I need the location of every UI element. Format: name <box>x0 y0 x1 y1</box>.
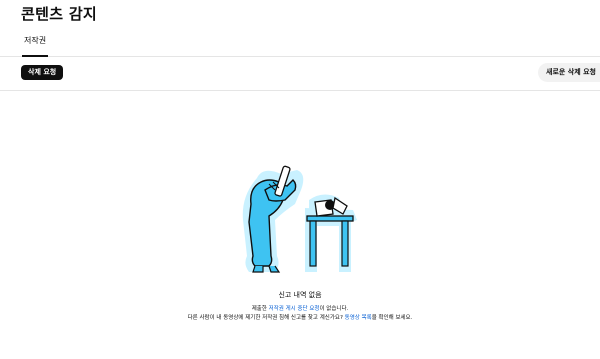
tab-bar: 저작권 <box>0 34 600 57</box>
page-title: 콘텐츠 감지 <box>21 5 98 23</box>
video-list-link[interactable]: 동영상 목록 <box>345 315 372 321</box>
empty-state-description: 제출한 저작권 게시 중단 요청이 없습니다. 다른 사람이 내 동영상에 제기… <box>0 305 600 323</box>
empty-state-title: 신고 내역 없음 <box>278 291 322 299</box>
empty-state-line-2: 다른 사람이 내 동영상에 제기한 저작권 침해 신고를 찾고 계신가요? 동영… <box>0 314 600 323</box>
line1-text-after: 이 없습니다. <box>319 306 349 312</box>
copyright-takedown-link[interactable]: 저작권 게시 중단 요청 <box>269 306 320 312</box>
content-detection-page: 콘텐츠 감지 저작권 삭제 요청 새로운 삭제 요청 신고 내역 없음 제출한 … <box>0 0 600 359</box>
new-delete-request-button[interactable]: 새로운 삭제 요청 <box>538 63 600 82</box>
line2-text-after: 을 확인해 보세요. <box>371 315 413 321</box>
empty-state <box>0 160 600 280</box>
toolbar: 삭제 요청 새로운 삭제 요청 <box>0 57 600 91</box>
line2-text-before: 다른 사람이 내 동영상에 제기한 저작권 침해 신고를 찾고 계신가요? <box>187 315 345 321</box>
tab-copyright[interactable]: 저작권 <box>22 34 49 57</box>
microscope-person-illustration <box>242 165 357 273</box>
empty-state-line-1: 제출한 저작권 게시 중단 요청이 없습니다. <box>0 305 600 314</box>
delete-request-button[interactable]: 삭제 요청 <box>21 65 64 80</box>
line1-text-before: 제출한 <box>251 306 269 312</box>
